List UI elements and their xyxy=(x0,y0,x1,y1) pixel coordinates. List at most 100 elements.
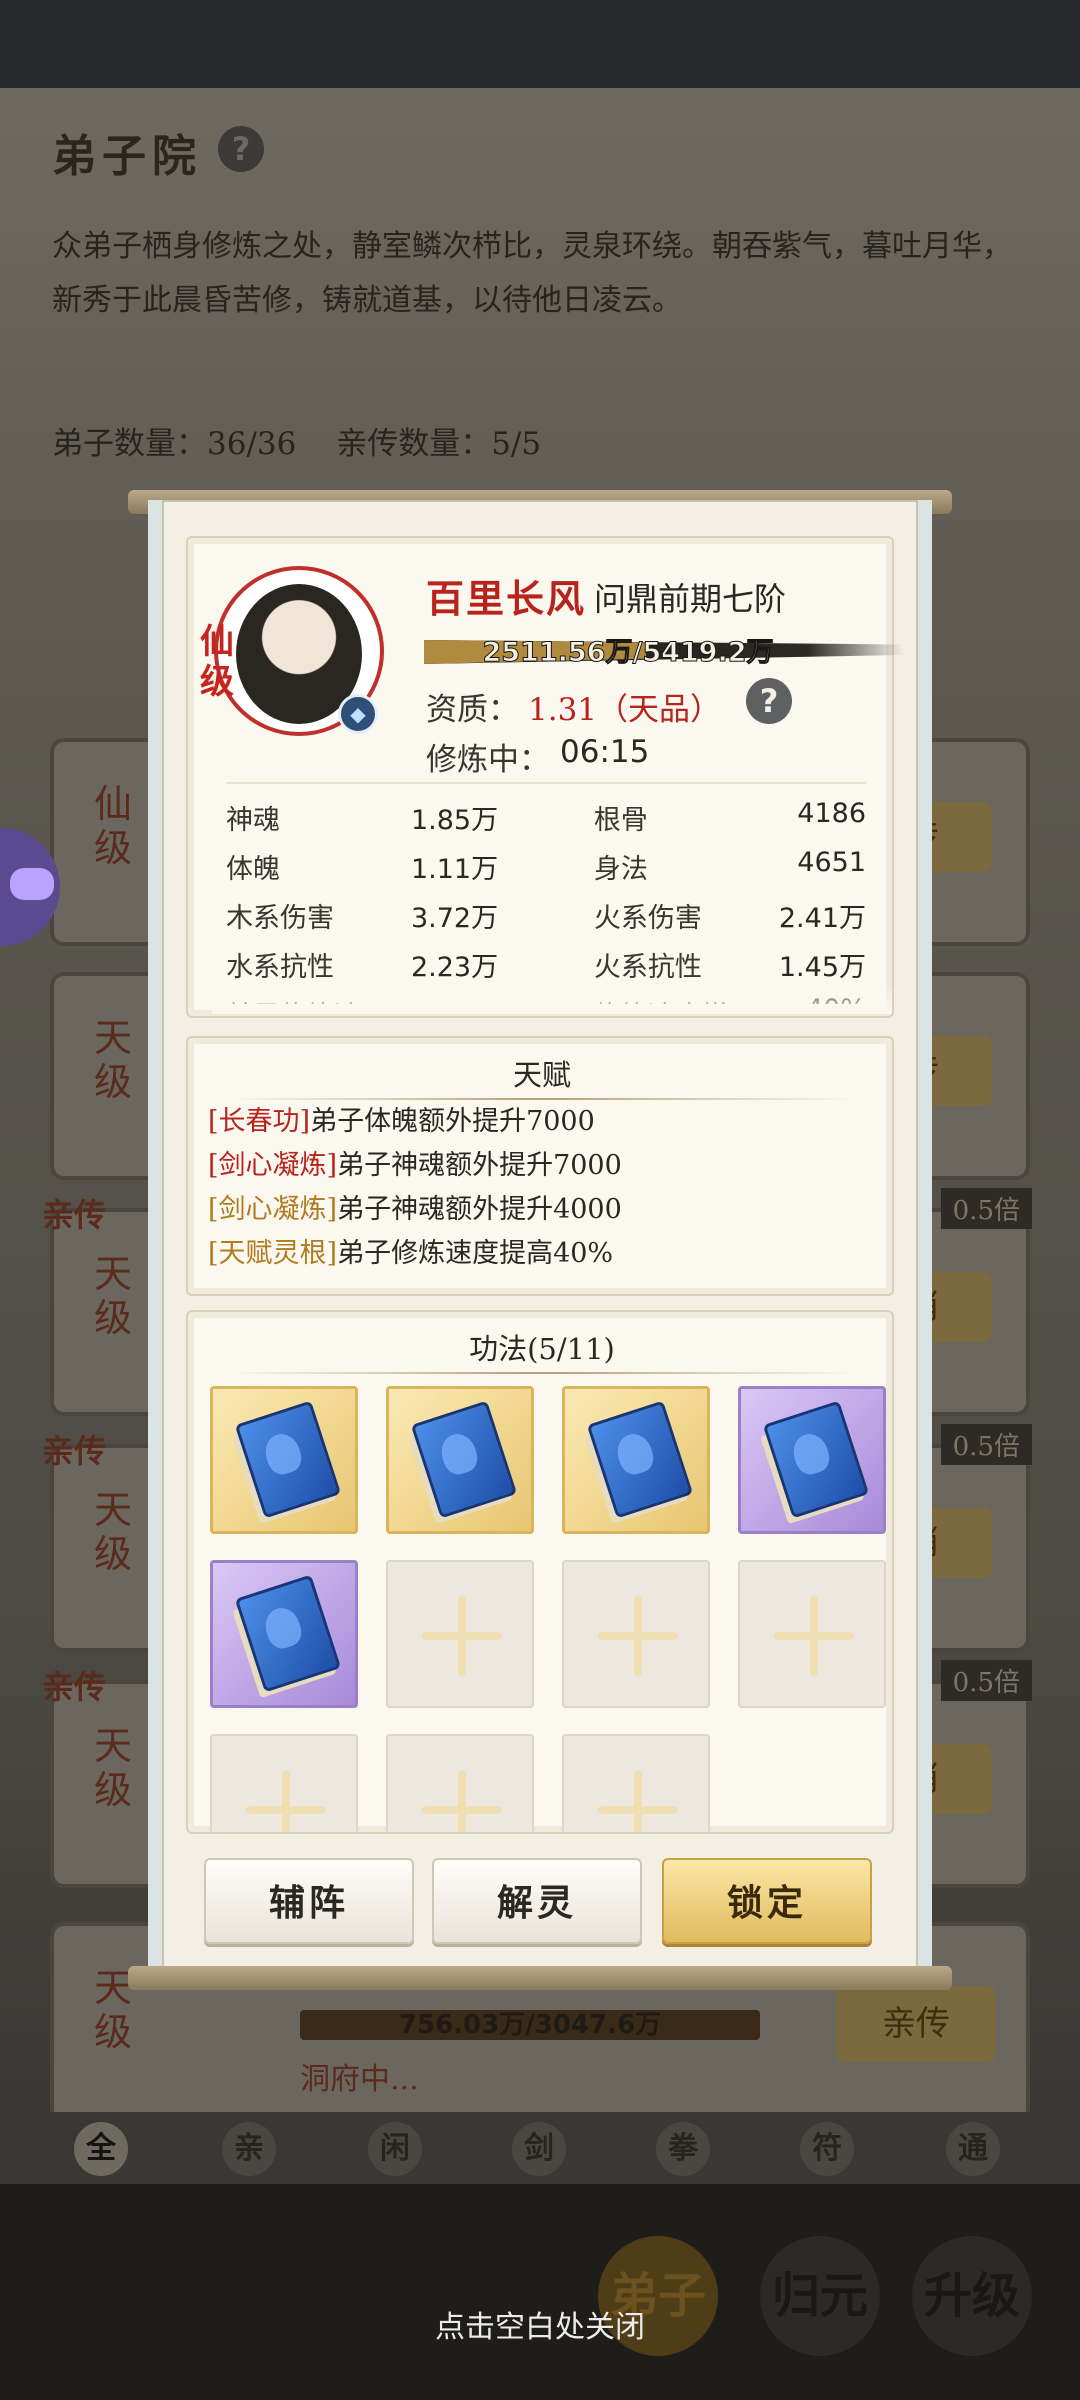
talent-name: [天赋灵根] xyxy=(208,1238,338,1269)
talent-title: 天赋 xyxy=(512,1058,571,1092)
direct-disciple-tag: 亲传 xyxy=(42,1668,107,1706)
stat-name: 木系伤害 xyxy=(226,903,334,934)
status-bar xyxy=(0,0,1080,88)
skill-book-icon xyxy=(577,1399,700,1528)
training-time: 06:15 xyxy=(560,734,650,770)
help-icon[interactable]: ? xyxy=(218,126,264,172)
filter-tab[interactable]: 剑 xyxy=(512,2122,566,2176)
talent-item: [天赋灵根]弟子修炼速度提高40% xyxy=(208,1232,622,1276)
aptitude-help-icon[interactable]: ? xyxy=(746,678,792,724)
disciple-detail-modal: 仙级 ◆ 百里长风 问鼎前期七阶 2511.56万/5419.2万 资质： 1.… xyxy=(148,500,932,1980)
talent-name: [长春功] xyxy=(208,1106,311,1137)
stat-value: 4186 xyxy=(797,798,866,829)
skill-slot-filled[interactable] xyxy=(210,1560,358,1708)
skill-slot-empty[interactable] xyxy=(210,1734,358,1832)
talent-item: [长春功]弟子体魄额外提升7000 xyxy=(208,1100,622,1144)
grade-label: 天级 xyxy=(94,1724,133,1812)
stat-name: 身法 xyxy=(593,854,648,885)
element-icon: ◆ xyxy=(338,694,378,734)
stat-value: 2.41万 xyxy=(778,903,866,934)
skill-book-icon xyxy=(225,1573,348,1702)
stat-value: 3.72万 xyxy=(410,903,499,934)
grade-label: 天级 xyxy=(94,1252,133,1340)
talent-effect: 弟子体魄额外提升7000 xyxy=(310,1106,595,1137)
stat-name: 体魄 xyxy=(226,854,280,885)
skills-title: 功法(5/11) xyxy=(469,1332,615,1366)
training-label: 修炼中： xyxy=(426,742,550,778)
aptitude-value: 1.31（天品） xyxy=(528,692,722,728)
skill-slot-filled[interactable] xyxy=(210,1386,358,1534)
stat-row: 神魂 1.85万 根骨 4186 xyxy=(226,798,866,847)
lock-button[interactable]: 锁定 xyxy=(662,1858,872,1944)
disciple-exp-text: 756.03万/3047.6万 xyxy=(300,2010,760,2040)
skill-book-icon xyxy=(225,1399,348,1528)
filter-tab[interactable]: 亲 xyxy=(222,2122,276,2176)
grade-label: 仙级 xyxy=(200,622,234,702)
grade-label: 仙级 xyxy=(94,782,133,870)
multiplier-badge: 0.5倍 xyxy=(940,1188,1032,1229)
page-title: 弟子院 xyxy=(52,131,202,182)
filter-tab[interactable]: 符 xyxy=(800,2122,854,2176)
stat-name: 火系伤害 xyxy=(593,903,702,934)
talent-panel: 天赋 [长春功]弟子体魄额外提升7000 [剑心凝炼]弟子神魂额外提升7000 [剑… xyxy=(186,1036,894,1296)
multiplier-badge: 0.5倍 xyxy=(940,1424,1032,1465)
stat-row: 体魄 1.11万 身法 4651 xyxy=(226,847,866,896)
filter-tab[interactable]: 闲 xyxy=(368,2122,422,2176)
formation-button[interactable]: 辅阵 xyxy=(204,1858,414,1944)
divider xyxy=(228,1372,856,1374)
talent-effect: 弟子修炼速度提高40% xyxy=(337,1238,614,1269)
stat-value: 1.85万 xyxy=(410,805,499,836)
skill-slot-empty[interactable] xyxy=(562,1734,710,1832)
filter-tab[interactable]: 拳 xyxy=(656,2122,710,2176)
filter-tab[interactable]: 通 xyxy=(946,2122,1000,2176)
scroll-rod-bottom xyxy=(128,1966,952,1990)
talent-item: [剑心凝炼]弟子神魂额外提升4000 xyxy=(208,1188,622,1232)
skills-panel: 功法(5/11) xyxy=(186,1310,894,1834)
stat-value: 4651 xyxy=(797,847,866,878)
avatar[interactable]: 仙级 ◆ xyxy=(200,566,384,736)
stats-grid[interactable]: 神魂 1.85万 根骨 4186 体魄 1.11万 身法 4651 木系伤害 3.72万 火系伤害 2… xyxy=(226,782,866,1004)
multiplier-badge: 0.5倍 xyxy=(940,1660,1032,1701)
skill-slot-empty[interactable] xyxy=(738,1560,886,1708)
skill-slot-empty[interactable] xyxy=(562,1560,710,1708)
talent-item: [剑心凝炼]弟子神魂额外提升7000 xyxy=(208,1144,622,1188)
talent-list: [长春功]弟子体魄额外提升7000 [剑心凝炼]弟子神魂额外提升7000 [剑心凝炼… xyxy=(208,1100,622,1276)
talent-name: [剑心凝炼] xyxy=(208,1150,338,1181)
direct-disciple-button[interactable]: 亲传 xyxy=(836,1986,996,2062)
stat-row: 木系伤害 3.72万 火系伤害 2.41万 xyxy=(226,896,866,945)
grade-label: 天级 xyxy=(94,1016,133,1104)
profile-panel: 仙级 ◆ 百里长风 问鼎前期七阶 2511.56万/5419.2万 资质： 1.… xyxy=(186,536,904,1018)
stat-name: 根骨 xyxy=(593,805,648,836)
disciple-status: 洞府中... xyxy=(300,2062,419,2097)
skill-slot-filled[interactable] xyxy=(738,1386,886,1534)
skill-slot-empty[interactable] xyxy=(386,1560,534,1708)
stat-name: 神魂 xyxy=(226,805,280,836)
stats-fade xyxy=(212,984,892,1014)
exp-text: 2511.56万/5419.2万 xyxy=(482,637,774,669)
gamepad-icon xyxy=(10,868,54,900)
action-bar: 辅阵 解灵 锁定 xyxy=(162,1834,918,1954)
skill-slot-empty[interactable] xyxy=(386,1734,534,1832)
grade-label: 天级 xyxy=(94,1488,133,1576)
talent-effect: 弟子神魂额外提升4000 xyxy=(337,1194,622,1225)
direct-count: 亲传数量：5/5 xyxy=(336,426,542,462)
release-spirit-button[interactable]: 解灵 xyxy=(432,1858,642,1944)
filter-tab[interactable]: 全 xyxy=(74,2122,128,2176)
disciple-realm: 问鼎前期七阶 xyxy=(594,580,787,618)
stat-value: 1.11万 xyxy=(410,854,499,885)
close-hint[interactable]: 点击空白处关闭 xyxy=(0,2302,1080,2346)
talent-effect: 弟子神魂额外提升7000 xyxy=(337,1150,622,1181)
skill-book-icon xyxy=(401,1399,524,1528)
disciple-name: 百里长风 xyxy=(426,576,587,621)
talent-name: [剑心凝炼] xyxy=(208,1194,338,1225)
skill-slot-filled[interactable] xyxy=(562,1386,710,1534)
direct-disciple-tag: 亲传 xyxy=(42,1432,107,1470)
skill-slot-filled[interactable] xyxy=(386,1386,534,1534)
skill-book-icon xyxy=(753,1399,876,1528)
disciple-count: 弟子数量：36/36 xyxy=(52,426,297,462)
aptitude-label: 资质： xyxy=(426,692,519,728)
direct-disciple-tag: 亲传 xyxy=(42,1196,107,1234)
